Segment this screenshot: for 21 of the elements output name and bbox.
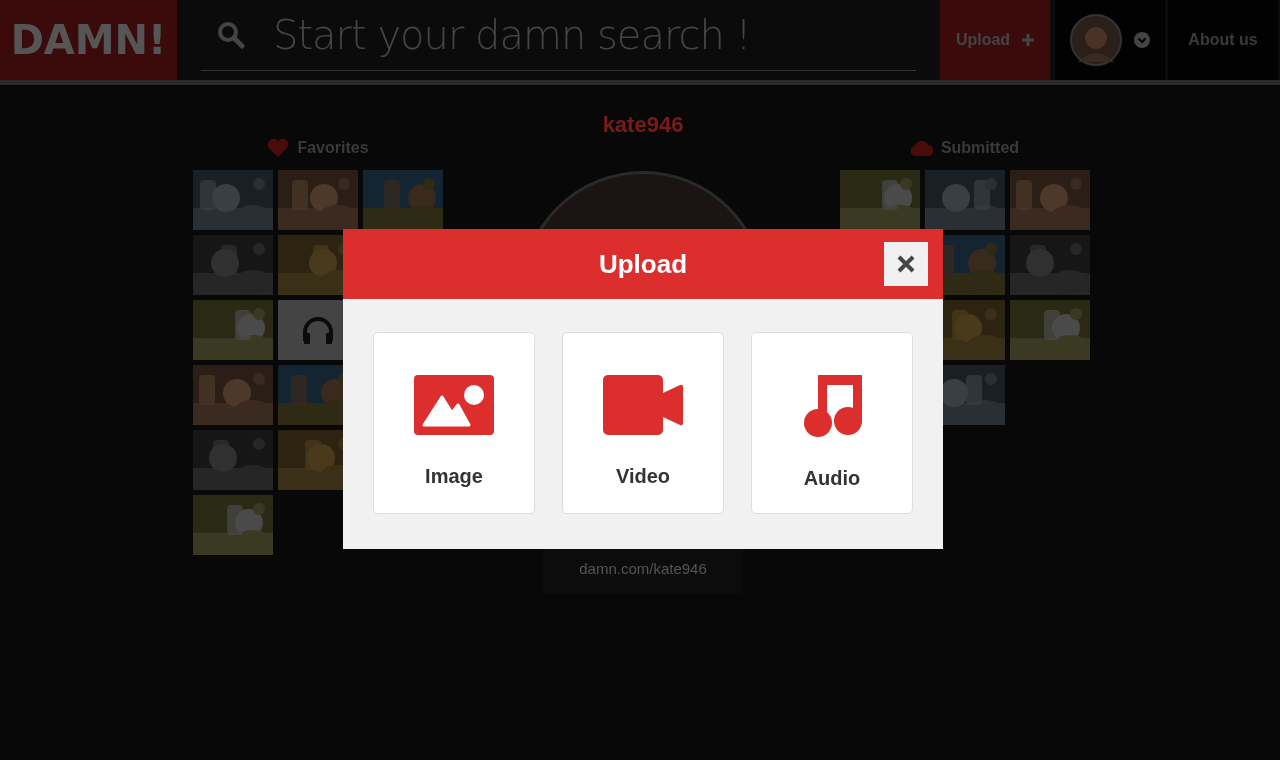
dialog-title: Upload <box>598 247 688 281</box>
avatar <box>1070 14 1122 66</box>
music-note-icon <box>802 375 862 437</box>
heart-icon <box>267 138 290 158</box>
close-icon <box>897 255 915 273</box>
cloud-icon <box>910 140 933 156</box>
search-icon <box>217 21 245 49</box>
close-button[interactable] <box>884 242 928 286</box>
about-us-link[interactable]: About us <box>1168 0 1278 80</box>
username: kate946 <box>602 111 684 139</box>
upload-option[interactable]: Image <box>373 332 535 514</box>
upload-option[interactable]: Audio <box>751 332 913 514</box>
headphones-icon <box>301 315 335 345</box>
image-icon <box>414 375 494 435</box>
plus-icon <box>1022 34 1035 46</box>
upload-option[interactable]: Video <box>562 332 724 514</box>
chevron-down-icon <box>1134 32 1150 48</box>
logo[interactable]: DAMN! <box>0 0 177 80</box>
video-camera-icon <box>603 375 683 435</box>
upload-button[interactable]: Upload <box>940 0 1050 80</box>
search-field[interactable]: Start your damn search ! <box>201 0 916 71</box>
